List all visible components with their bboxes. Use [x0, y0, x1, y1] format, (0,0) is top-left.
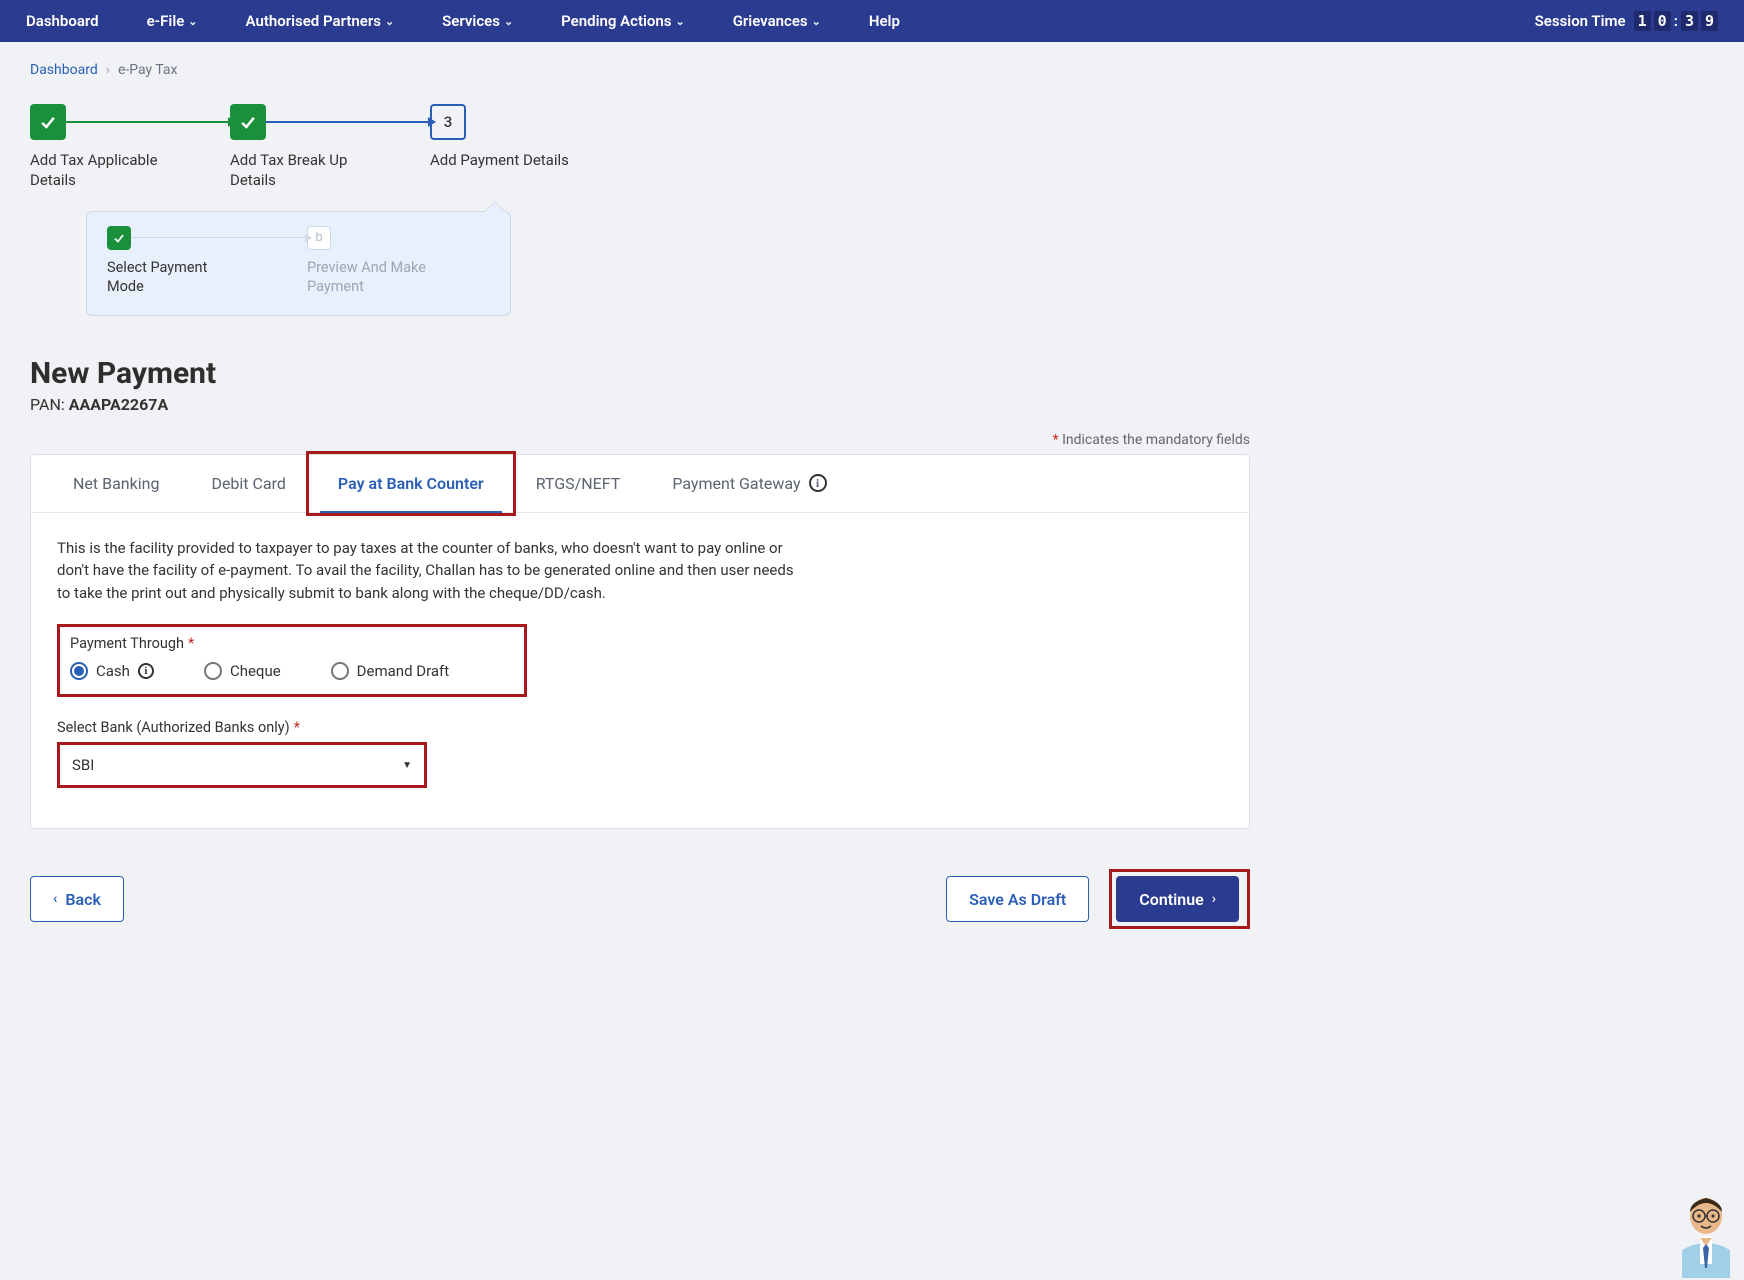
breadcrumb-separator-icon: › — [106, 62, 110, 78]
select-bank-dropdown[interactable]: SBI ▼ — [57, 742, 427, 788]
footer-actions: ‹Back Save As Draft Continue› — [30, 869, 1250, 929]
progress-stepper: Add Tax Applicable Details Add Tax Break… — [30, 104, 1250, 191]
top-navbar: Dashboard e-File⌄ Authorised Partners⌄ S… — [0, 0, 1744, 42]
chat-avatar-icon[interactable] — [1670, 1190, 1742, 1278]
nav-pending-actions[interactable]: Pending Actions⌄ — [561, 12, 685, 30]
info-icon[interactable]: i — [138, 663, 154, 679]
radio-icon — [70, 662, 88, 680]
breadcrumb-dashboard[interactable]: Dashboard — [30, 62, 98, 78]
radio-cash[interactable]: Cash i — [70, 662, 154, 680]
radio-cheque[interactable]: Cheque — [204, 662, 281, 680]
nav-services[interactable]: Services⌄ — [442, 12, 513, 30]
page-title: New Payment — [30, 356, 1250, 391]
back-button[interactable]: ‹Back — [30, 876, 124, 922]
pan-row: PAN: AAAPA2267A — [30, 395, 1250, 414]
tab-rtgs-neft[interactable]: RTGS/NEFT — [510, 455, 647, 512]
chevron-left-icon: ‹ — [53, 891, 57, 907]
nav-efile[interactable]: e-File⌄ — [147, 12, 198, 30]
select-bank-value: SBI — [72, 756, 94, 774]
payment-mode-tabs: Net Banking Debit Card Pay at Bank Count… — [31, 455, 1249, 513]
breadcrumb-current: e-Pay Tax — [118, 62, 178, 78]
radio-icon — [204, 662, 222, 680]
tab-pay-at-bank-counter[interactable]: Pay at Bank Counter — [312, 455, 510, 512]
sub-stepper: Select Payment Mode b Preview And Make P… — [86, 211, 511, 316]
substep-a-done-icon — [107, 226, 131, 250]
session-time-label: Session Time — [1535, 12, 1626, 30]
save-as-draft-button[interactable]: Save As Draft — [946, 876, 1089, 922]
select-bank-label: Select Bank (Authorized Banks only)* — [57, 719, 1223, 736]
radio-demand-draft[interactable]: Demand Draft — [331, 662, 450, 680]
step-2-label: Add Tax Break Up Details — [230, 150, 370, 191]
continue-button[interactable]: Continue› — [1116, 876, 1239, 922]
nav-grievances[interactable]: Grievances⌄ — [733, 12, 821, 30]
payment-card: Net Banking Debit Card Pay at Bank Count… — [30, 454, 1250, 830]
nav-left: Dashboard e-File⌄ Authorised Partners⌄ S… — [26, 12, 900, 30]
substep-b-label: Preview And Make Payment — [307, 258, 437, 297]
session-timer: 1 0 : 3 9 — [1634, 11, 1718, 31]
session-time: Session Time 1 0 : 3 9 — [1535, 11, 1718, 31]
step-3-current: 3 — [430, 104, 466, 140]
tab-payment-gateway[interactable]: Payment Gatewayi — [646, 455, 852, 512]
substep-a-label: Select Payment Mode — [107, 258, 237, 297]
step-1-done-icon — [30, 104, 66, 140]
mandatory-note: * Indicates the mandatory fields — [30, 432, 1250, 448]
tab-debit-card[interactable]: Debit Card — [185, 455, 311, 512]
payment-through-group: Payment Through* Cash i Cheque Demand Dr… — [57, 624, 527, 697]
chevron-down-icon: ⌄ — [385, 15, 394, 28]
radio-icon — [331, 662, 349, 680]
caret-down-icon: ▼ — [402, 760, 412, 771]
chevron-down-icon: ⌄ — [188, 15, 197, 28]
chevron-down-icon: ⌄ — [675, 15, 684, 28]
chevron-down-icon: ⌄ — [812, 15, 821, 28]
breadcrumb: Dashboard › e-Pay Tax — [30, 62, 1250, 78]
highlight-box-icon: Continue› — [1109, 869, 1250, 929]
step-1-label: Add Tax Applicable Details — [30, 150, 170, 191]
info-icon[interactable]: i — [809, 474, 827, 492]
nav-dashboard[interactable]: Dashboard — [26, 12, 99, 30]
nav-help[interactable]: Help — [869, 12, 900, 30]
step-2-done-icon — [230, 104, 266, 140]
tab-net-banking[interactable]: Net Banking — [47, 455, 185, 512]
step-3-label: Add Payment Details — [430, 150, 569, 170]
chevron-right-icon: › — [1212, 891, 1216, 907]
mode-description: This is the facility provided to taxpaye… — [57, 537, 797, 605]
nav-authorised-partners[interactable]: Authorised Partners⌄ — [246, 12, 395, 30]
payment-through-label: Payment Through* — [70, 635, 514, 652]
chevron-down-icon: ⌄ — [504, 15, 513, 28]
pan-value: AAAPA2267A — [69, 395, 169, 414]
